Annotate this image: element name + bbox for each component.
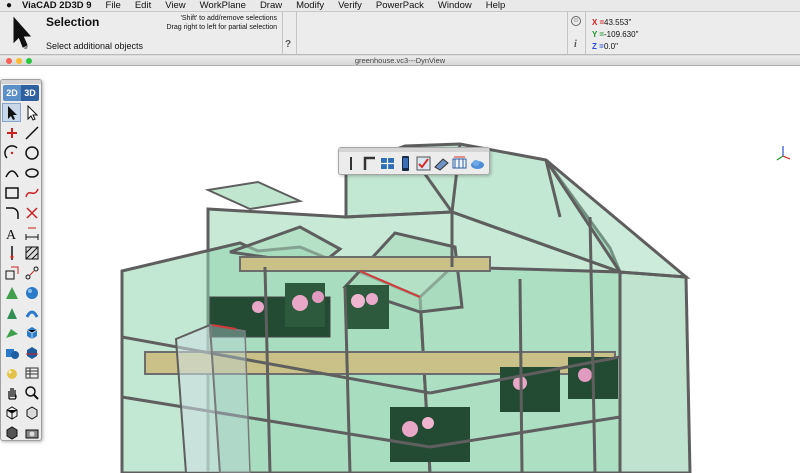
axis-triad-icon xyxy=(776,146,791,161)
sphere-icon[interactable] xyxy=(22,283,41,302)
coord-z-label: Z = xyxy=(592,42,604,51)
solid-split-icon[interactable] xyxy=(22,343,41,362)
hatch-icon[interactable] xyxy=(22,243,41,262)
wall-tool-icon[interactable] xyxy=(452,155,467,172)
menu-edit[interactable]: Edit xyxy=(128,0,158,11)
greenhouse-model[interactable] xyxy=(0,67,800,473)
menu-modify[interactable]: Modify xyxy=(289,0,331,11)
box-cube-icon[interactable] xyxy=(22,323,41,342)
divider xyxy=(282,12,283,55)
rectangle-icon[interactable] xyxy=(2,183,21,202)
text-icon[interactable]: A xyxy=(2,223,21,242)
transform-icon[interactable] xyxy=(2,263,21,282)
point-icon[interactable] xyxy=(2,123,21,142)
mobile-icon[interactable] xyxy=(398,155,413,172)
svg-text:A: A xyxy=(6,228,17,241)
grid-layout-icon[interactable] xyxy=(380,155,395,172)
dimension-icon[interactable] xyxy=(22,223,41,242)
divider xyxy=(296,12,297,55)
help-button[interactable]: ? xyxy=(285,39,291,50)
circle-icon[interactable] xyxy=(22,143,41,162)
document-title: greenhouse.vc3---DynView xyxy=(354,56,446,65)
centerline-icon[interactable] xyxy=(2,243,21,262)
document-titlebar[interactable]: greenhouse.vc3---DynView xyxy=(0,56,800,66)
app-menu[interactable]: ViaCAD 2D3D 9 xyxy=(18,0,99,11)
view-camera-icon[interactable] xyxy=(22,423,41,440)
pan-hand-icon[interactable] xyxy=(2,383,21,402)
selection-hint-2: Drag right to left for partial selection xyxy=(166,24,278,31)
ellipse-icon[interactable] xyxy=(22,163,41,182)
coord-x-label: X = xyxy=(592,18,605,27)
menu-workplane[interactable]: WorkPlane xyxy=(193,0,253,11)
coord-y: Y =-109.630" xyxy=(592,30,638,39)
apple-icon[interactable]: ● xyxy=(0,0,18,11)
render-sphere-icon[interactable] xyxy=(2,363,21,382)
selection-hint-1: 'Shift' to add/remove selections xyxy=(180,15,277,22)
corner-profile-icon[interactable] xyxy=(362,155,377,172)
selection-cursor-icon xyxy=(4,14,38,52)
document-window: greenhouse.vc3---DynView xyxy=(0,56,800,473)
view-shaded-icon[interactable] xyxy=(2,423,21,440)
mode-toggle: 2D 3D xyxy=(3,85,39,101)
array-icon[interactable] xyxy=(22,263,41,282)
coord-x-value: 43.553" xyxy=(604,18,632,27)
line-icon[interactable] xyxy=(22,123,41,142)
tool-title: Selection xyxy=(46,15,100,29)
coord-z: Z =0.0" xyxy=(592,42,618,51)
render-table-icon[interactable] xyxy=(22,363,41,382)
view-cube-icon[interactable] xyxy=(2,403,21,422)
menu-bar: ● ViaCAD 2D3D 9 File Edit View WorkPlane… xyxy=(0,0,800,12)
coord-z-value: 0.0" xyxy=(604,42,618,51)
fillet-icon[interactable] xyxy=(2,203,21,222)
spline-icon[interactable] xyxy=(22,183,41,202)
menu-draw[interactable]: Draw xyxy=(253,0,289,11)
3d-viewport[interactable] xyxy=(0,67,800,473)
divider xyxy=(567,12,568,55)
view-toolbar xyxy=(338,147,490,175)
divider xyxy=(585,12,586,55)
tool-info-bar: Selection Select additional objects 'Shi… xyxy=(0,12,800,55)
revolve-icon[interactable] xyxy=(2,303,21,322)
cloud-icon[interactable] xyxy=(470,155,485,172)
zoom-magnifier-icon[interactable] xyxy=(22,383,41,402)
view-wireframe-icon[interactable] xyxy=(22,403,41,422)
menu-file[interactable]: File xyxy=(99,0,128,11)
map-check-icon[interactable] xyxy=(416,155,431,172)
solid-shell-icon[interactable] xyxy=(22,303,41,322)
extrude-icon[interactable] xyxy=(2,283,21,302)
toolbar-grip[interactable] xyxy=(339,148,489,152)
snap-wall-icon[interactable] xyxy=(434,155,449,172)
info-button[interactable]: i xyxy=(574,39,577,50)
menu-help[interactable]: Help xyxy=(479,0,513,11)
tab-2d[interactable]: 2D xyxy=(3,85,21,101)
arc-icon[interactable] xyxy=(2,143,21,162)
tool-palette: 2D 3D A xyxy=(0,79,42,441)
smiley-icon[interactable]: ☺ xyxy=(571,16,581,26)
trim-icon[interactable] xyxy=(22,203,41,222)
select-arrow-icon[interactable] xyxy=(2,103,21,122)
palette-grip[interactable] xyxy=(1,80,41,84)
section-plane-icon[interactable] xyxy=(344,155,359,172)
tool-prompt: Select additional objects xyxy=(46,41,144,51)
menu-powerpack[interactable]: PowerPack xyxy=(369,0,431,11)
coord-y-label: Y = xyxy=(592,30,605,39)
select-hollow-arrow-icon[interactable] xyxy=(22,103,41,122)
menu-window[interactable]: Window xyxy=(431,0,479,11)
loft-icon[interactable] xyxy=(2,323,21,342)
coord-x: X =43.553" xyxy=(592,18,631,27)
menu-verify[interactable]: Verify xyxy=(331,0,369,11)
menu-view[interactable]: View xyxy=(158,0,192,11)
arc-three-point-icon[interactable] xyxy=(2,163,21,182)
boolean-icon[interactable] xyxy=(2,343,21,362)
tab-3d[interactable]: 3D xyxy=(21,85,39,101)
coord-y-value: -109.630" xyxy=(604,30,639,39)
